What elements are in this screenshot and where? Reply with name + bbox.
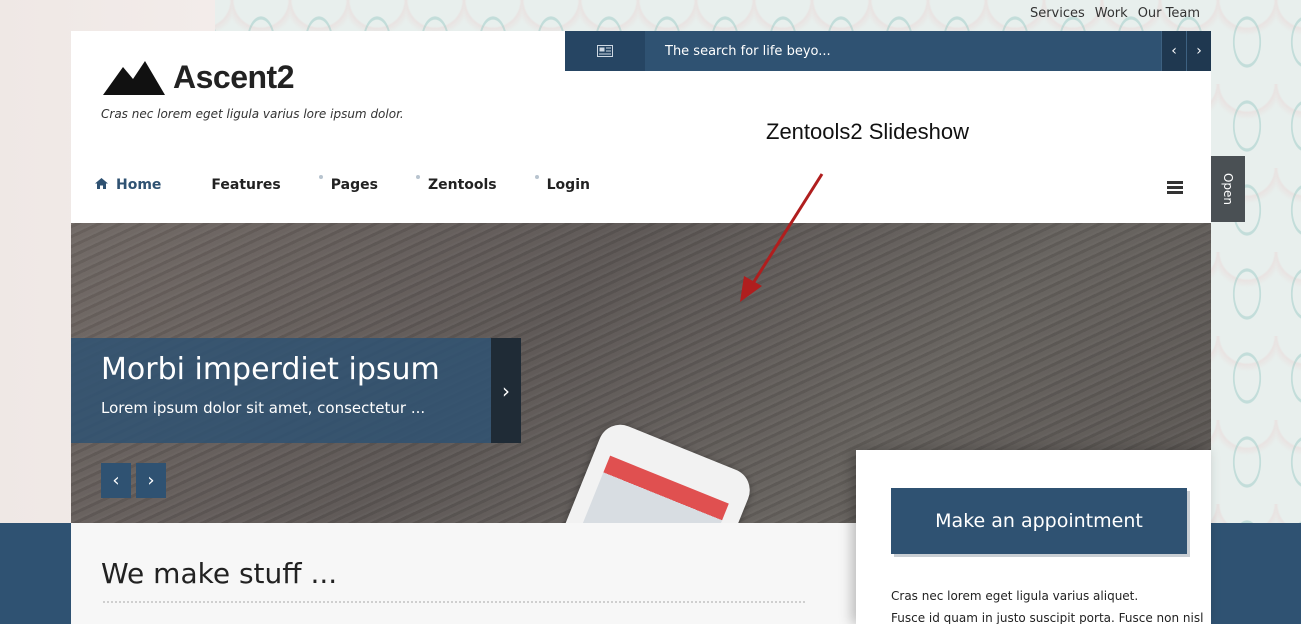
nav-item-label: Zentools	[427, 177, 497, 193]
dropdown-dot-icon	[318, 175, 323, 179]
top-link-our-team[interactable]: Our Team	[1138, 6, 1200, 21]
dropdown-dot-icon	[534, 175, 539, 179]
nav-item-pages[interactable]: Pages	[318, 175, 378, 193]
home-icon	[95, 177, 108, 193]
make-appointment-button[interactable]: Make an appointment	[891, 488, 1187, 554]
nav-item-features[interactable]: Features	[211, 177, 280, 193]
logo-text: Ascent2	[173, 59, 295, 95]
top-links: Services Work Our Team	[1030, 6, 1200, 21]
caption-next-button[interactable]: ›	[491, 338, 521, 443]
annotation-arrow-icon	[740, 173, 824, 302]
mountain-logo-icon	[103, 60, 165, 95]
sidebar-text: Cras nec lorem eget ligula varius alique…	[891, 589, 1139, 603]
annotation-label: Zentools2 Slideshow	[766, 119, 970, 144]
nav-item-label: Login	[546, 177, 590, 193]
nav-item-home[interactable]: Home	[95, 177, 161, 193]
main-nav: Home Features Pages Zentools Login	[95, 175, 640, 193]
sidebar-text: Fusce id quam in justo suscipit porta. F…	[891, 611, 1204, 624]
top-link-work[interactable]: Work	[1095, 6, 1128, 21]
nav-item-label: Home	[116, 177, 162, 193]
ticker-next-button[interactable]: ›	[1186, 31, 1211, 71]
nav-item-label: Pages	[330, 177, 378, 193]
dotted-divider	[103, 601, 805, 603]
slide-next-button[interactable]: ›	[136, 463, 166, 498]
dropdown-dot-icon	[415, 175, 420, 179]
nav-item-label: Features	[211, 177, 281, 193]
ticker-prev-button[interactable]: ‹	[1161, 31, 1186, 71]
phone-image	[555, 418, 757, 523]
main-heading: We make stuff ...	[101, 557, 338, 590]
open-tab-label: Open	[1221, 172, 1235, 206]
site-logo[interactable]: Ascent2	[103, 59, 295, 96]
slide-text: Lorem ipsum dolor sit amet, consectetur …	[101, 399, 426, 417]
open-panel-tab[interactable]: Open	[1211, 156, 1245, 222]
site-header: Ascent2 Cras nec lorem eget ligula variu…	[71, 31, 1211, 223]
main-content: We make stuff ...	[71, 523, 856, 624]
hamburger-menu-icon[interactable]	[1167, 181, 1183, 194]
newspaper-icon	[565, 31, 645, 71]
slide-title: Morbi imperdiet ipsum	[101, 352, 440, 387]
slide-caption: Morbi imperdiet ipsum Lorem ipsum dolor …	[71, 338, 491, 443]
site-tagline: Cras nec lorem eget ligula varius lore i…	[101, 107, 404, 121]
ticker-headline[interactable]: The search for life beyo...	[645, 44, 1161, 59]
appointment-sidebar: Make an appointment Cras nec lorem eget …	[856, 450, 1211, 624]
nav-item-login[interactable]: Login	[534, 175, 590, 193]
slide-prev-button[interactable]: ‹	[101, 463, 131, 498]
news-ticker: The search for life beyo... ‹ ›	[565, 31, 1211, 71]
phone-screen	[574, 455, 729, 523]
nav-item-zentools[interactable]: Zentools	[415, 175, 497, 193]
top-link-services[interactable]: Services	[1030, 6, 1085, 21]
